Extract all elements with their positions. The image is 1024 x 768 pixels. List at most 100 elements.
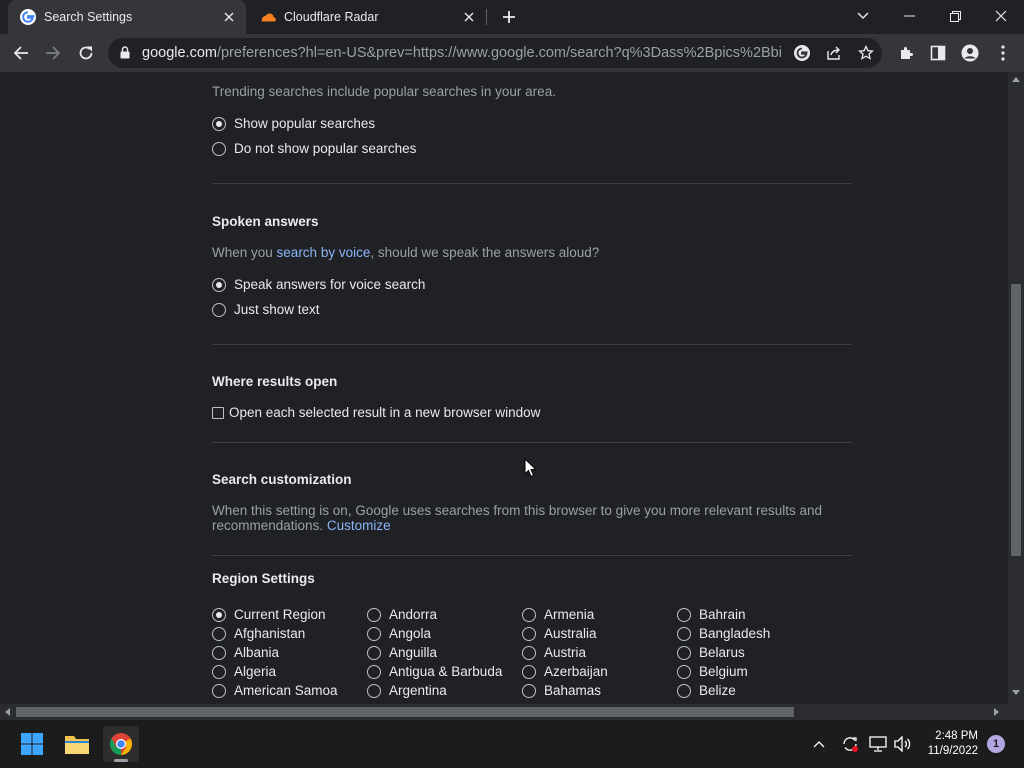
close-tab-icon[interactable] — [220, 8, 238, 26]
tab-search-chevron-icon[interactable] — [840, 0, 886, 32]
region-option-label[interactable]: Bangladesh — [699, 626, 770, 641]
tab-cloudflare-radar[interactable]: Cloudflare Radar — [248, 0, 486, 34]
region-option-label[interactable]: Antigua & Barbuda — [389, 664, 502, 679]
option-speak-answers-label[interactable]: Speak answers for voice search — [234, 277, 425, 292]
region-option-label[interactable]: Australia — [544, 626, 597, 641]
notification-badge[interactable]: 1 — [987, 735, 1005, 753]
region-radio[interactable] — [522, 608, 536, 622]
region-option-label[interactable]: Azerbaijan — [544, 664, 608, 679]
option-just-text-label[interactable]: Just show text — [234, 302, 320, 317]
option-show-popular-label[interactable]: Show popular searches — [234, 116, 375, 131]
network-icon[interactable] — [866, 726, 890, 762]
region-radio[interactable] — [677, 608, 691, 622]
region-radio[interactable] — [677, 646, 691, 660]
sync-icon[interactable] — [838, 726, 862, 762]
file-explorer-icon[interactable] — [59, 726, 95, 762]
customization-description-line2: recommendations. Customize — [212, 518, 391, 533]
back-button[interactable] — [6, 38, 36, 68]
forward-button[interactable] — [38, 38, 68, 68]
spoken-answers-title: Spoken answers — [212, 214, 319, 229]
profile-avatar-icon[interactable] — [955, 38, 985, 68]
horizontal-scrollbar[interactable] — [0, 704, 1008, 720]
system-clock[interactable]: 2:48 PM 11/9/2022 — [928, 729, 978, 759]
horizontal-scroll-thumb[interactable] — [16, 707, 794, 717]
restore-button[interactable] — [932, 0, 978, 32]
scroll-up-arrow-icon[interactable] — [1012, 76, 1020, 82]
bookmark-star-icon[interactable] — [856, 43, 876, 63]
close-window-button[interactable] — [978, 0, 1024, 32]
volume-icon[interactable] — [890, 726, 914, 762]
url-path: /preferences?hl=en-US&prev=https://www.g… — [216, 45, 782, 61]
region-radio[interactable] — [522, 665, 536, 679]
lock-icon[interactable] — [120, 46, 130, 64]
region-option-label[interactable]: Argentina — [389, 683, 447, 698]
share-icon[interactable] — [824, 43, 844, 63]
region-option-label[interactable]: Belize — [699, 683, 736, 698]
region-option-label[interactable]: Belgium — [699, 664, 748, 679]
region-option-label[interactable]: Bahamas — [544, 683, 601, 698]
region-radio[interactable] — [212, 665, 226, 679]
region-radio[interactable] — [522, 684, 536, 698]
region-radio[interactable] — [212, 646, 226, 660]
region-radio[interactable] — [522, 627, 536, 641]
region-radio[interactable] — [677, 684, 691, 698]
region-option-label[interactable]: Albania — [234, 645, 279, 660]
new-window-checkbox-label[interactable]: Open each selected result in a new brows… — [229, 405, 540, 420]
region-option-label[interactable]: Armenia — [544, 607, 594, 622]
scroll-down-arrow-icon[interactable] — [1012, 690, 1020, 696]
region-radio[interactable] — [367, 665, 381, 679]
region-radio[interactable] — [522, 646, 536, 660]
tab-title: Cloudflare Radar — [284, 10, 379, 24]
region-radio[interactable] — [367, 684, 381, 698]
side-panel-icon[interactable] — [923, 38, 953, 68]
region-radio[interactable] — [367, 608, 381, 622]
region-radio[interactable] — [677, 665, 691, 679]
region-option-label[interactable]: Algeria — [234, 664, 276, 679]
region-radio[interactable] — [212, 684, 226, 698]
radio-show-popular[interactable] — [212, 117, 226, 131]
option-hide-popular-label[interactable]: Do not show popular searches — [234, 141, 416, 156]
windows-start-icon[interactable] — [14, 726, 50, 762]
region-option-label[interactable]: Anguilla — [389, 645, 437, 660]
section-divider — [212, 442, 852, 443]
radio-hide-popular[interactable] — [212, 142, 226, 156]
region-option-label[interactable]: Austria — [544, 645, 586, 660]
customize-link[interactable]: Customize — [327, 518, 391, 533]
vertical-scrollbar[interactable] — [1008, 72, 1024, 704]
region-radio[interactable] — [677, 627, 691, 641]
region-option-label[interactable]: Belarus — [699, 645, 745, 660]
close-tab-icon[interactable] — [460, 8, 478, 26]
scroll-right-arrow-icon[interactable] — [994, 708, 1000, 716]
new-tab-button[interactable] — [498, 6, 520, 28]
region-radio[interactable] — [212, 627, 226, 641]
region-radio[interactable] — [367, 627, 381, 641]
radio-just-text[interactable] — [212, 303, 226, 317]
url-text[interactable]: google.com/preferences?hl=en-US&prev=htt… — [142, 45, 782, 61]
search-by-voice-link[interactable]: search by voice — [277, 245, 371, 260]
region-radio[interactable] — [212, 608, 226, 622]
chrome-taskbar-icon[interactable] — [103, 726, 139, 762]
region-option-label[interactable]: Andorra — [389, 607, 437, 622]
minimize-button[interactable] — [886, 0, 932, 32]
cloudflare-icon — [260, 9, 276, 25]
region-option-label[interactable]: Current Region — [234, 607, 326, 622]
region-option-label[interactable]: American Samoa — [234, 683, 338, 698]
section-divider — [212, 183, 852, 184]
menu-kebab-icon[interactable] — [988, 38, 1018, 68]
region-settings-title: Region Settings — [212, 571, 315, 586]
radio-speak-answers[interactable] — [212, 278, 226, 292]
address-bar[interactable]: google.com/preferences?hl=en-US&prev=htt… — [108, 38, 882, 68]
tab-search-settings[interactable]: Search Settings — [8, 0, 246, 34]
extensions-icon[interactable] — [891, 38, 921, 68]
region-radio[interactable] — [367, 646, 381, 660]
scroll-left-arrow-icon[interactable] — [4, 708, 10, 716]
google-lens-icon[interactable] — [792, 43, 812, 63]
region-option-label[interactable]: Afghanistan — [234, 626, 305, 641]
search-customization-title: Search customization — [212, 472, 352, 487]
region-option-label[interactable]: Angola — [389, 626, 431, 641]
vertical-scroll-thumb[interactable] — [1011, 284, 1021, 556]
show-hidden-icons-chevron-icon[interactable] — [808, 726, 830, 762]
new-window-checkbox[interactable] — [212, 407, 224, 419]
region-option-label[interactable]: Bahrain — [699, 607, 746, 622]
reload-button[interactable] — [71, 38, 101, 68]
